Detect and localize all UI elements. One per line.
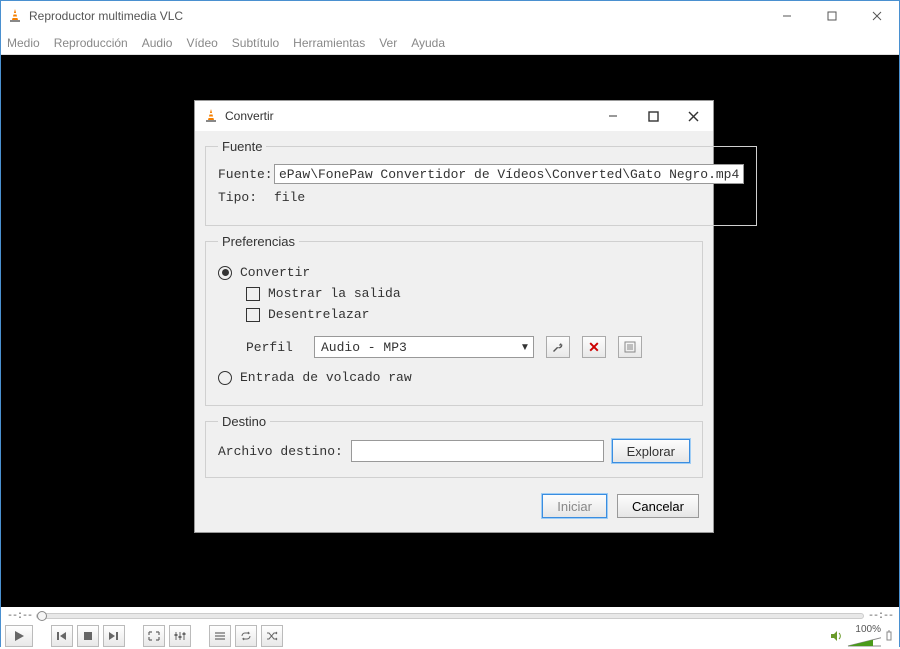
cancelar-button[interactable]: Cancelar — [617, 494, 699, 518]
menu-reproduccion[interactable]: Reproducción — [54, 36, 128, 50]
play-icon — [13, 630, 25, 642]
shuffle-icon — [266, 631, 278, 641]
menu-ayuda[interactable]: Ayuda — [411, 36, 445, 50]
explorar-button[interactable]: Explorar — [612, 439, 690, 463]
stop-icon — [83, 631, 93, 641]
playlist-icon — [214, 631, 226, 641]
dialog-body: Fuente Fuente: ePaw\FonePaw Convertidor … — [195, 131, 713, 532]
fuente-label: Fuente: — [218, 167, 274, 182]
fuente-legend: Fuente — [218, 139, 266, 154]
explorar-label: Explorar — [627, 444, 675, 459]
chevron-down-icon: ▼ — [517, 342, 533, 353]
edit-profile-button[interactable] — [546, 336, 570, 358]
menu-video[interactable]: Vídeo — [186, 36, 217, 50]
prev-button[interactable] — [51, 625, 73, 647]
checkbox-mostrar-salida[interactable]: Mostrar la salida — [246, 286, 690, 301]
dialog-button-row: Iniciar Cancelar — [205, 486, 703, 528]
iniciar-label: Iniciar — [557, 499, 592, 514]
fuente-input[interactable]: ePaw\FonePaw Convertidor de Vídeos\Conve… — [274, 164, 744, 184]
menu-medio[interactable]: Medio — [7, 36, 40, 50]
seek-thumb[interactable] — [37, 611, 47, 621]
menu-subtitulo[interactable]: Subtítulo — [232, 36, 279, 50]
delete-profile-button[interactable]: ✕ — [582, 336, 606, 358]
time-total: --:-- — [868, 611, 893, 622]
wrench-icon — [551, 340, 565, 354]
minimize-button[interactable] — [764, 1, 809, 31]
equalizer-icon — [174, 631, 186, 641]
radio-raw-label: Entrada de volcado raw — [240, 370, 412, 385]
perfil-value: Audio - MP3 — [315, 340, 517, 355]
ext-settings-button[interactable] — [169, 625, 191, 647]
time-elapsed: --:-- — [7, 611, 32, 622]
maximize-button[interactable] — [809, 1, 854, 31]
vlc-cone-icon — [203, 108, 219, 124]
iniciar-button[interactable]: Iniciar — [542, 494, 607, 518]
radio-convertir[interactable]: Convertir — [218, 265, 690, 280]
perfil-combobox[interactable]: Audio - MP3 ▼ — [314, 336, 534, 358]
volume-slider[interactable] — [847, 635, 881, 649]
tipo-value: file — [274, 190, 305, 205]
playlist-button[interactable] — [209, 625, 231, 647]
vlc-cone-icon — [7, 8, 23, 24]
volume-percent: 100% — [855, 624, 881, 635]
radio-convertir-label: Convertir — [240, 265, 310, 280]
menubar: Medio Reproducción Audio Vídeo Subtítulo… — [1, 31, 899, 55]
new-profile-icon — [623, 340, 637, 354]
next-icon — [108, 631, 120, 641]
cancelar-label: Cancelar — [632, 499, 684, 514]
seek-track[interactable] — [36, 613, 864, 619]
loop-button[interactable] — [235, 625, 257, 647]
mute-icon[interactable] — [885, 629, 895, 643]
perfil-label: Perfil — [246, 340, 302, 355]
radio-raw[interactable]: Entrada de volcado raw — [218, 370, 690, 385]
window-title: Reproductor multimedia VLC — [29, 9, 764, 23]
destino-legend: Destino — [218, 414, 270, 429]
next-button[interactable] — [103, 625, 125, 647]
convert-dialog: Convertir Fuente Fuente: ePaw\FonePaw Co… — [194, 100, 714, 533]
play-button[interactable] — [5, 625, 33, 647]
prev-icon — [56, 631, 68, 641]
checkbox-desentrelazar-label: Desentrelazar — [268, 307, 369, 322]
seek-bar[interactable]: --:-- --:-- — [1, 607, 899, 625]
destino-group: Destino Archivo destino: Explorar — [205, 414, 703, 478]
fullscreen-icon — [148, 631, 160, 641]
dialog-titlebar[interactable]: Convertir — [195, 101, 713, 131]
preferencias-legend: Preferencias — [218, 234, 299, 249]
speaker-icon — [829, 629, 843, 643]
loop-icon — [240, 631, 252, 641]
dialog-minimize-button[interactable] — [593, 101, 633, 131]
archivo-destino-label: Archivo destino: — [218, 444, 343, 459]
video-area: Convertir Fuente Fuente: ePaw\FonePaw Co… — [1, 55, 899, 607]
checkbox-desentrelazar[interactable]: Desentrelazar — [246, 307, 690, 322]
dialog-title: Convertir — [225, 109, 593, 123]
tipo-label: Tipo: — [218, 190, 274, 205]
new-profile-button[interactable] — [618, 336, 642, 358]
menu-audio[interactable]: Audio — [142, 36, 173, 50]
checkbox-mostrar-label: Mostrar la salida — [268, 286, 401, 301]
preferencias-group: Preferencias Convertir Mostrar la salida… — [205, 234, 703, 406]
menu-ver[interactable]: Ver — [379, 36, 397, 50]
player-controls: 100% — [1, 625, 899, 647]
fullscreen-button[interactable] — [143, 625, 165, 647]
dialog-close-button[interactable] — [673, 101, 713, 131]
archivo-destino-input[interactable] — [351, 440, 604, 462]
stop-button[interactable] — [77, 625, 99, 647]
close-button[interactable] — [854, 1, 899, 31]
main-titlebar: Reproductor multimedia VLC — [1, 1, 899, 31]
fuente-group: Fuente Fuente: ePaw\FonePaw Convertidor … — [205, 139, 757, 226]
menu-herramientas[interactable]: Herramientas — [293, 36, 365, 50]
volume-control[interactable]: 100% — [829, 624, 895, 649]
x-icon: ✕ — [588, 339, 600, 356]
window-buttons — [764, 1, 899, 31]
dialog-maximize-button[interactable] — [633, 101, 673, 131]
shuffle-button[interactable] — [261, 625, 283, 647]
